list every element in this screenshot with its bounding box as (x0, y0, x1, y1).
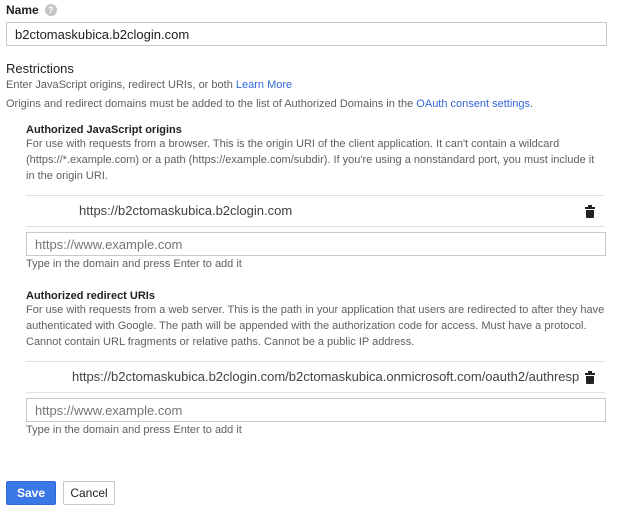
redirect-uris-title: Authorized redirect URIs (26, 290, 155, 302)
js-origin-entry: https://b2ctomaskubica.b2clogin.com (79, 203, 293, 218)
restrictions-description-text: Enter JavaScript origins, redirect URIs,… (6, 79, 233, 91)
learn-more-link[interactable]: Learn More (236, 79, 292, 91)
restrictions-note: Origins and redirect domains must be add… (6, 98, 533, 110)
restrictions-note-suffix: . (530, 98, 534, 110)
trash-icon[interactable] (585, 205, 595, 218)
js-origins-divider (26, 195, 605, 196)
redirect-uris-desc-line-3: Cannot contain URL fragments or relative… (26, 336, 415, 348)
redirect-uris-desc-line-1: For use with requests from a web server.… (26, 304, 605, 316)
js-origins-desc-line-3: in the origin URI. (26, 170, 108, 182)
name-label-row: Name ? (6, 3, 57, 17)
redirect-uris-description: For use with requests from a web server.… (26, 302, 606, 350)
redirect-uri-hint: Type in the domain and press Enter to ad… (26, 424, 242, 436)
trash-icon[interactable] (585, 371, 595, 384)
cancel-button[interactable]: Cancel (63, 481, 115, 505)
redirect-uris-divider-bottom (26, 392, 605, 393)
oauth-consent-settings-link[interactable]: OAuth consent settings (416, 98, 530, 110)
question-circle-icon[interactable]: ? (44, 4, 57, 16)
redirect-uri-input[interactable] (26, 398, 606, 422)
save-button[interactable]: Save (6, 481, 56, 505)
restrictions-note-text: Origins and redirect domains must be add… (6, 98, 414, 110)
js-origins-desc-line-1: For use with requests from a browser. Th… (26, 138, 560, 150)
js-origins-desc-line-2: (https://*.example.com) or a path (https… (26, 154, 595, 166)
js-origins-description: For use with requests from a browser. Th… (26, 136, 606, 184)
oauth-client-edit-form: Name ? Restrictions Enter JavaScript ori… (0, 0, 631, 527)
name-label: Name (6, 3, 39, 17)
js-origin-hint: Type in the domain and press Enter to ad… (26, 258, 242, 270)
redirect-uri-entry: https://b2ctomaskubica.b2clogin.com/b2ct… (72, 369, 580, 384)
js-origins-divider-bottom (26, 226, 605, 227)
redirect-uris-divider (26, 361, 605, 362)
js-origins-title: Authorized JavaScript origins (26, 124, 182, 136)
name-input[interactable] (6, 22, 607, 46)
restrictions-description: Enter JavaScript origins, redirect URIs,… (6, 79, 292, 91)
redirect-uris-desc-line-2: authenticated with Google. The path will… (26, 320, 587, 332)
js-origin-input[interactable] (26, 232, 606, 256)
restrictions-title: Restrictions (6, 61, 74, 76)
